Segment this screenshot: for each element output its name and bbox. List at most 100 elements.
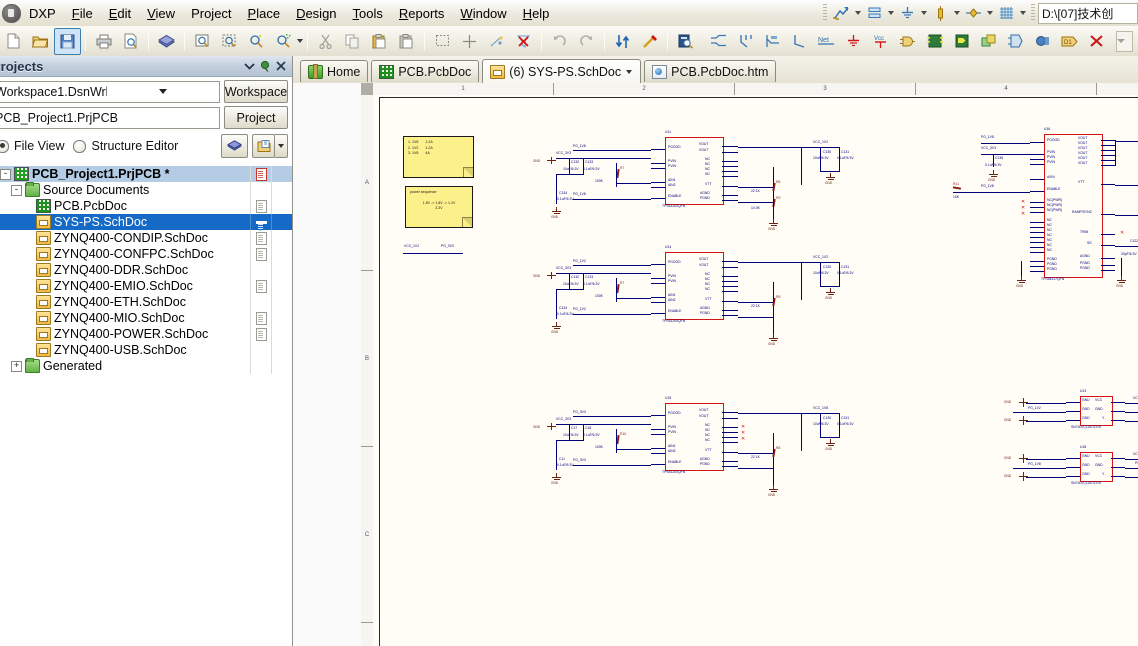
place-directive-icon[interactable]: D1: [1056, 28, 1083, 55]
tree-expander-icon[interactable]: -: [0, 168, 11, 180]
zoom-area-icon[interactable]: [216, 28, 243, 55]
address-bar-input[interactable]: D:\[07]技术创: [1038, 2, 1138, 24]
zoom-selection-icon[interactable]: [243, 28, 270, 55]
place-bus-icon[interactable]: [732, 28, 759, 55]
open-document-button[interactable]: [252, 134, 275, 158]
print-icon[interactable]: [90, 28, 117, 55]
place-no-erc-icon[interactable]: [1029, 28, 1056, 55]
menu-item-design[interactable]: Design: [288, 3, 344, 24]
note-power-sequence[interactable]: power sequence 1.8V -> 1.8V -> 1.2V 3.3V: [405, 186, 473, 228]
zoom-document-icon[interactable]: [189, 28, 216, 55]
align-dropdown-caret[interactable]: [885, 3, 896, 23]
place-wire-icon[interactable]: [705, 28, 732, 55]
tree-item[interactable]: SYS-PS.SchDoc: [0, 214, 292, 230]
up-down-arrows-icon[interactable]: [609, 28, 636, 55]
menu-item-place[interactable]: Place: [240, 3, 289, 24]
menu-item-dxp[interactable]: DXP: [21, 3, 64, 24]
tree-item[interactable]: ZYNQ400-POWER.SchDoc: [0, 326, 292, 342]
open-folder-icon[interactable]: [27, 28, 54, 55]
file-view-radio[interactable]: [0, 139, 9, 153]
wand-icon[interactable]: [636, 28, 663, 55]
tree-item[interactable]: ZYNQ400-DDR.SchDoc: [0, 262, 292, 278]
schematic-editor[interactable]: 12345 ABCD 1. 1V81.2A 2. 1V21.2A 3. 1V84…: [293, 83, 1138, 646]
tree-item[interactable]: ZYNQ400-ETH.SchDoc: [0, 294, 292, 310]
tree-item[interactable]: ZYNQ400-CONFPC.SchDoc: [0, 246, 292, 262]
pin-icon[interactable]: [257, 58, 273, 74]
net-node-icon[interactable]: [962, 2, 984, 24]
place-port-icon[interactable]: [1002, 28, 1029, 55]
structure-editor-radio[interactable]: [73, 139, 87, 153]
tree-item[interactable]: + Generated: [0, 358, 292, 374]
document-tab[interactable]: PCB.PcbDoc: [371, 60, 480, 82]
tree-item[interactable]: - Source Documents: [0, 182, 292, 198]
zoom-filter-icon[interactable]: [270, 28, 297, 55]
place-part-icon[interactable]: [894, 28, 921, 55]
tree-item[interactable]: ZYNQ400-CONDIP.SchDoc: [0, 230, 292, 246]
tree-item[interactable]: ZYNQ400-MIO.SchDoc: [0, 310, 292, 326]
cut-icon[interactable]: [312, 28, 339, 55]
power-port-icon[interactable]: [929, 2, 951, 24]
tree-expander-icon[interactable]: +: [11, 360, 22, 372]
copy-icon[interactable]: [339, 28, 366, 55]
paste-icon[interactable]: [366, 28, 393, 55]
menu-item-tools[interactable]: Tools: [345, 3, 391, 24]
tree-item[interactable]: - PCB_Project1.PrjPCB *: [0, 166, 292, 182]
place-net-label-icon[interactable]: Net: [813, 28, 840, 55]
menu-item-reports[interactable]: Reports: [391, 3, 453, 24]
chart-dropdown-caret[interactable]: [852, 3, 863, 23]
grid-icon[interactable]: [995, 2, 1017, 24]
clear-filter-icon[interactable]: [510, 28, 537, 55]
align-icon[interactable]: [863, 2, 885, 24]
tree-item[interactable]: PCB.PcbDoc: [0, 198, 292, 214]
tab-dropdown-caret[interactable]: [625, 70, 633, 74]
net-node-dropdown-caret[interactable]: [984, 3, 995, 23]
tree-item[interactable]: ZYNQ400-USB.SchDoc: [0, 342, 292, 358]
workspace-combo[interactable]: Workspace1.DsnWrk: [0, 80, 220, 103]
chart-ruler-icon[interactable]: [830, 2, 852, 24]
redo-icon[interactable]: [573, 28, 600, 55]
document-tab[interactable]: PCB.PcbDoc.htm: [644, 60, 777, 82]
menu-item-edit[interactable]: Edit: [101, 3, 139, 24]
move-icon[interactable]: [456, 28, 483, 55]
select-area-icon[interactable]: [429, 28, 456, 55]
place-bus-entry-icon[interactable]: [759, 28, 786, 55]
print-preview-icon[interactable]: [117, 28, 144, 55]
project-tree[interactable]: - PCB_Project1.PrjPCB * - Source Documents P…: [0, 166, 292, 646]
tree-item[interactable]: ZYNQ400-EMIO.SchDoc: [0, 278, 292, 294]
browse-library-icon[interactable]: [672, 28, 699, 55]
close-icon[interactable]: [273, 58, 289, 74]
workspace-button[interactable]: Workspace: [224, 80, 288, 103]
document-tab[interactable]: Home: [300, 60, 369, 82]
grid-dropdown-caret[interactable]: [1017, 3, 1028, 23]
new-document-icon[interactable]: [0, 28, 27, 55]
place-line-icon[interactable]: [786, 28, 813, 55]
zoom-dropdown-caret[interactable]: [297, 30, 303, 52]
cross-delete-icon[interactable]: [1083, 28, 1110, 55]
menu-item-project[interactable]: Project: [183, 3, 239, 24]
chevron-down-icon[interactable]: [241, 58, 257, 74]
paste-special-icon[interactable]: [393, 28, 420, 55]
save-icon[interactable]: [54, 27, 81, 55]
schematic-sheet[interactable]: 1. 1V8 1.2A 2. 1V2 1.2A 3. 1V8 4A power seq…: [373, 95, 1138, 646]
address-toolbar-grip[interactable]: [1031, 4, 1035, 22]
toolbar-grip[interactable]: [823, 4, 827, 22]
toolbar-combo-1[interactable]: [1116, 30, 1133, 52]
place-sheet-entry-icon[interactable]: [948, 28, 975, 55]
tree-expander-icon[interactable]: -: [11, 184, 22, 196]
project-button[interactable]: Project: [224, 106, 288, 129]
menu-item-window[interactable]: Window: [452, 3, 514, 24]
library-browse-button[interactable]: [221, 134, 248, 158]
menu-item-view[interactable]: View: [139, 3, 183, 24]
menu-item-help[interactable]: Help: [515, 3, 558, 24]
deselect-icon[interactable]: [483, 28, 510, 55]
ground-symbol-icon[interactable]: [896, 2, 918, 24]
power-port-dropdown-caret[interactable]: [951, 3, 962, 23]
project-combo[interactable]: PCB_Project1.PrjPCB: [0, 106, 220, 129]
structure-editor-label[interactable]: Structure Editor: [91, 139, 178, 153]
chevron-down-icon[interactable]: [107, 83, 219, 101]
place-gnd-port-icon[interactable]: [840, 28, 867, 55]
place-sheet-symbol-icon[interactable]: [921, 28, 948, 55]
place-device-sheet-icon[interactable]: [975, 28, 1002, 55]
place-vcc-port-icon[interactable]: Vcc: [867, 28, 894, 55]
note-rail-currents[interactable]: 1. 1V8 1.2A 2. 1V2 1.2A 3. 1V8 4A: [403, 136, 474, 178]
